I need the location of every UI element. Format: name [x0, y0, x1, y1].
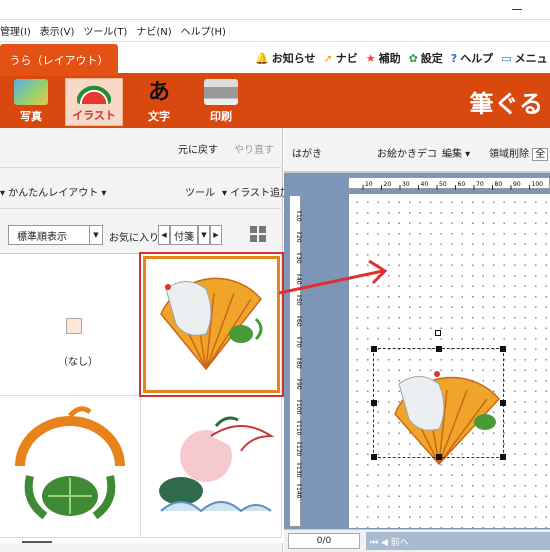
edit-menu[interactable]: 編集 ▾ [442, 145, 470, 160]
text-button[interactable]: あ 文字 [130, 78, 188, 126]
no-image-icon [66, 318, 82, 334]
selection-frame[interactable] [371, 346, 506, 460]
drag-arrow-icon [278, 259, 388, 295]
paper-type-label: はがき [292, 149, 322, 160]
menu-link[interactable]: ▭ メニュ [501, 50, 547, 66]
draw-deco-button[interactable]: お絵かきデコ [377, 145, 437, 160]
photo-icon [14, 79, 48, 105]
tools-menu[interactable]: ツール [185, 184, 215, 199]
ruler-label: 10 [295, 214, 302, 222]
horizontal-scrollbar[interactable] [22, 541, 52, 543]
ruler-label: 90 [295, 382, 302, 390]
resize-handle[interactable] [436, 454, 442, 460]
zoom-select[interactable]: 全 [532, 148, 549, 161]
tag-dropdown-button[interactable]: ▼ [198, 225, 210, 245]
ruler-label: 80 [295, 361, 302, 369]
assist-link[interactable]: ★ 補助 [366, 50, 401, 66]
resize-handle[interactable] [436, 346, 442, 352]
ruler-label: 20 [295, 235, 302, 243]
ruler-label: 100 [532, 181, 544, 188]
vertical-ruler-ticks: 102030405060708090100110120130140 [295, 211, 302, 499]
ruler-label: 30 [402, 181, 410, 188]
horizontal-ruler-ticks: 10 20 30 40 50 60 70 80 90 100 [362, 181, 544, 190]
photo-button[interactable]: 写真 [2, 78, 60, 126]
gear-icon: ✿ [408, 51, 418, 65]
ruler-label: 70 [476, 181, 484, 188]
undo-button[interactable]: 元に戻す [178, 141, 218, 156]
menu-item-view[interactable]: 表示(V) [40, 23, 75, 38]
crane-turtle-illustration [15, 406, 125, 520]
menu-item-navi[interactable]: ナビ(N) [136, 23, 171, 38]
favorite-label: お気に入り [109, 233, 159, 244]
resize-handle[interactable] [500, 400, 506, 406]
ruler-label: 80 [495, 181, 503, 188]
redo-button[interactable]: やり直す [234, 141, 274, 156]
ruler-label: 40 [421, 181, 429, 188]
page-indicator: 0/0 [288, 533, 360, 549]
previous-page-button[interactable]: ⏮ ◀ 前へ [370, 535, 409, 548]
thumbnail-crane-turtle-wave[interactable] [141, 396, 282, 538]
illust-button[interactable]: イラスト [65, 78, 123, 126]
ruler-label: 110 [295, 424, 302, 436]
resize-handle[interactable] [500, 454, 506, 460]
ruler-label: 130 [295, 466, 302, 478]
top-links: 🔔 お知らせ ➚ ナビ ★ 補助 ✿ 設定 ? ヘルプ ▭ メニュ [255, 42, 548, 74]
vertical-ruler: 10 20 30 40 50 60 70 80 90 100 110 120 130 140 [289, 195, 302, 527]
ruler-label: 100 [295, 403, 302, 415]
ruler-label: 20 [384, 181, 392, 188]
minimize-button[interactable] [512, 9, 522, 10]
previous-tag-button[interactable]: ◀ [158, 225, 170, 245]
divider [0, 208, 283, 209]
ruler-label: 60 [458, 181, 466, 188]
settings-link[interactable]: ✿ 設定 [409, 50, 443, 66]
resize-handle[interactable] [371, 346, 377, 352]
ribbon: 写真 イラスト あ 文字 印刷 [0, 76, 550, 128]
region-delete-button[interactable]: 領域削除 全 [489, 145, 549, 161]
star-icon: ★ [365, 51, 376, 65]
title-bar [0, 0, 550, 20]
add-illust-button[interactable]: ▾ イラスト追加 [222, 184, 290, 199]
resize-handle[interactable] [371, 400, 377, 406]
none-label: （なし） [58, 357, 98, 368]
help-link[interactable]: ? ヘルプ [451, 50, 493, 66]
menu-item-help[interactable]: ヘルプ(H) [181, 23, 226, 38]
brand-logo: 筆ぐる [469, 90, 544, 118]
thumbnail-crane-turtle[interactable] [0, 396, 141, 538]
ruler-label: 10 [365, 181, 373, 188]
menu-item-manage[interactable]: 管理(I) [0, 23, 31, 38]
ruler-label: 90 [513, 181, 521, 188]
selected-thumbnail[interactable] [143, 256, 280, 393]
tag-select[interactable]: 付箋 [170, 225, 198, 245]
chevron-down-icon: ▼ [89, 226, 102, 244]
crane-fan-illustration [160, 277, 263, 371]
ruler-label: 140 [295, 487, 302, 499]
help-icon: ? [450, 51, 458, 65]
print-button[interactable]: 印刷 [192, 78, 250, 126]
crane-wave-illustration [159, 416, 275, 513]
notice-link[interactable]: 🔔 お知らせ [255, 50, 315, 66]
window-icon: ▭ [501, 51, 512, 65]
menu-item-tools[interactable]: ツール(T) [83, 23, 127, 38]
rotate-handle[interactable] [435, 330, 441, 336]
ruler-label: 120 [295, 445, 302, 457]
ruler-label: 70 [295, 340, 302, 348]
watermelon-icon [77, 79, 111, 104]
easy-layout-menu[interactable]: ▾ かんたんレイアウト ▾ [0, 184, 106, 199]
resize-handle[interactable] [371, 454, 377, 460]
ruler-label: 50 [439, 181, 447, 188]
printer-icon [204, 79, 238, 105]
horizontal-ruler: 10 20 30 40 50 60 70 80 90 100 [348, 177, 550, 190]
divider [0, 167, 283, 168]
resize-handle[interactable] [500, 346, 506, 352]
pointer-icon: ➚ [323, 51, 333, 65]
tab-ura-layout[interactable]: うら（レイアウト） [0, 44, 118, 76]
bell-icon: 🔔 [255, 51, 269, 65]
next-tag-button[interactable]: ▶ [210, 225, 222, 245]
grid-view-icon[interactable] [250, 226, 266, 242]
sort-order-select[interactable]: 標準順表示 ▼ [8, 225, 103, 245]
brush-text-icon: あ [147, 79, 170, 105]
ruler-label: 60 [295, 319, 302, 327]
menu-bar: 管理(I) 表示(V) ツール(T) ナビ(N) ヘルプ(H) [0, 20, 550, 42]
navi-link[interactable]: ➚ ナビ [323, 50, 357, 66]
